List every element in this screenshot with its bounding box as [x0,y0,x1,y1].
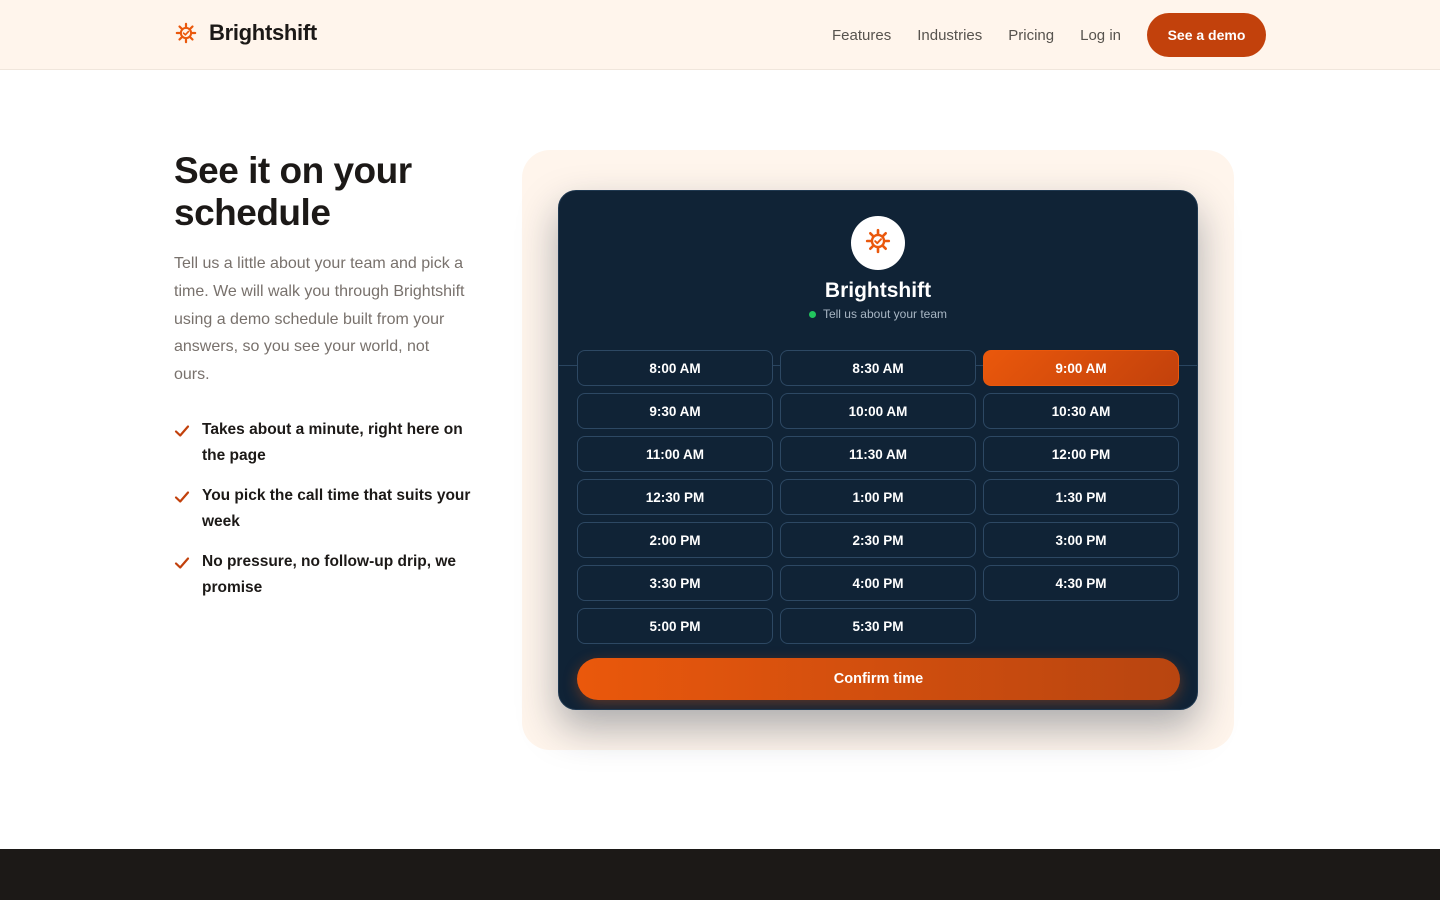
time-slot-button[interactable]: 1:30 PM [983,479,1179,515]
brand-logo[interactable]: Brightshift [175,20,317,46]
benefit-item: Takes about a minute, right here on the … [174,417,474,469]
time-slot-button[interactable]: 3:30 PM [577,565,773,601]
time-slot-button[interactable]: 11:30 AM [780,436,976,472]
brand-name: Brightshift [209,20,317,45]
sun-gear-icon [865,228,891,259]
widget-title: Brightshift [824,279,932,302]
time-slot-button[interactable]: 9:30 AM [577,393,773,429]
time-slot-button[interactable]: 4:30 PM [983,565,1179,601]
benefit-list: Takes about a minute, right here on the … [174,417,474,615]
site-header: Brightshift Features Industries Pricing … [0,0,1440,70]
check-icon [174,483,190,535]
time-slot-button[interactable]: 12:00 PM [983,436,1179,472]
time-slot-button[interactable]: 11:00 AM [577,436,773,472]
hero-title: See it on your schedule [174,150,412,233]
time-slot-button[interactable]: 4:00 PM [780,565,976,601]
time-slot-button[interactable]: 2:00 PM [577,522,773,558]
time-slot-button[interactable]: 8:00 AM [577,350,773,386]
nav-link-pricing[interactable]: Pricing [1008,27,1054,44]
hero-description: Tell us a little about your team and pic… [174,255,465,384]
benefit-item: You pick the call time that suits your w… [174,483,474,535]
footer [0,849,1440,900]
benefit-text: No pressure, no follow-up drip, we promi… [202,553,457,596]
time-slot-button[interactable]: 3:00 PM [983,522,1179,558]
widget-logo [851,216,905,270]
benefit-text: You pick the call time that suits your w… [202,487,471,530]
nav-link-login[interactable]: Log in [1080,27,1121,44]
sun-gear-icon [175,22,197,44]
time-slot-button[interactable]: 2:30 PM [780,522,976,558]
main-nav: Features Industries Pricing Log in See a… [832,13,1266,57]
widget-subtitle-text: Tell us about your team [822,307,948,321]
time-slot-button[interactable]: 5:30 PM [780,608,976,644]
benefit-item: No pressure, no follow-up drip, we promi… [174,549,474,601]
time-slot-button[interactable]: 5:00 PM [577,608,773,644]
check-icon [174,549,190,601]
time-slot-button[interactable]: 1:00 PM [780,479,976,515]
status-dot-icon [808,310,816,318]
nav-link-features[interactable]: Features [832,27,891,44]
scheduler-widget: Brightshift Tell us about your team 8:00… [558,190,1198,710]
widget-subtitle: Tell us about your team [559,307,1197,321]
time-slot-button[interactable]: 9:00 AM [983,350,1179,386]
see-demo-button[interactable]: See a demo [1147,13,1266,57]
nav-link-industries[interactable]: Industries [917,27,982,44]
time-slot-grid: 8:00 AM 8:30 AM 9:00 AM 9:30 AM 10:00 AM 10:3… [577,350,1180,644]
benefit-text: Takes about a minute, right here on the … [202,421,463,464]
confirm-time-button[interactable]: Confirm time [577,658,1180,700]
time-slot-button[interactable]: 10:00 AM [780,393,976,429]
time-slot-button[interactable]: 8:30 AM [780,350,976,386]
time-slot-button[interactable]: 10:30 AM [983,393,1179,429]
time-slot-button[interactable]: 12:30 PM [577,479,773,515]
scheduler-header: Brightshift Tell us about your team [559,216,1197,366]
check-icon [174,417,190,469]
